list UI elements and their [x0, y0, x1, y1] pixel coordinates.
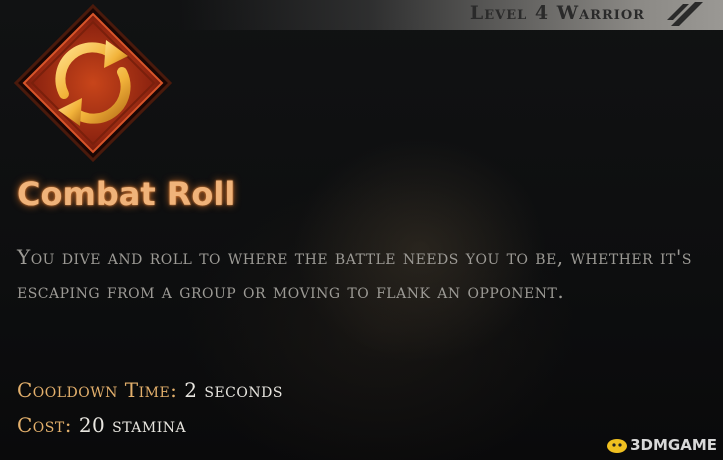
- ability-title: Combat Roll: [17, 175, 236, 213]
- cost-value: 20 stamina: [78, 413, 187, 437]
- watermark: 3DMGAME: [606, 436, 717, 454]
- rotate-arrows-icon: [14, 4, 172, 162]
- cost-stat: Cost: 20 stamina: [17, 413, 186, 437]
- cooldown-stat: Cooldown Time: 2 seconds: [17, 378, 283, 402]
- ability-description: You dive and roll to where the battle ne…: [17, 245, 692, 303]
- watermark-text: 3DMGAME: [630, 436, 717, 454]
- cost-label: Cost:: [17, 413, 72, 437]
- cooldown-label: Cooldown Time:: [17, 378, 178, 402]
- level-class-label: Level 4 Warrior: [469, 2, 645, 24]
- warrior-class-icon: [667, 2, 703, 26]
- site-logo-icon: [607, 439, 628, 453]
- cooldown-value: 2 seconds: [184, 378, 283, 402]
